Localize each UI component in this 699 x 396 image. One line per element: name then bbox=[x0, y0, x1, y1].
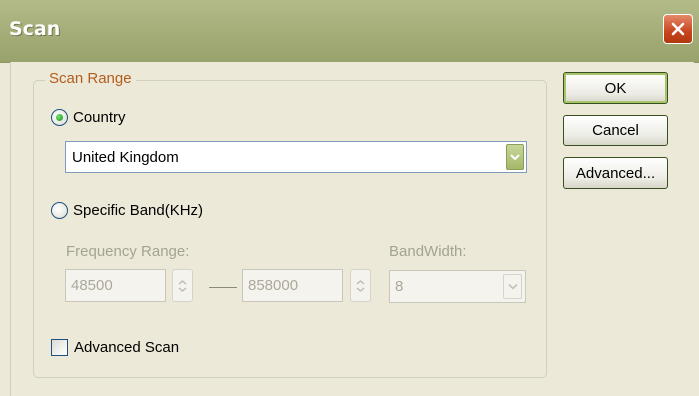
cancel-button-label: Cancel bbox=[592, 122, 639, 139]
bandwidth-dropdown-arrow[interactable] bbox=[503, 274, 522, 299]
advanced-scan-label[interactable]: Advanced Scan bbox=[74, 339, 179, 356]
specific-band-radio[interactable] bbox=[51, 202, 68, 219]
country-radio-label[interactable]: Country bbox=[73, 109, 126, 126]
advanced-button[interactable]: Advanced... bbox=[563, 157, 668, 189]
country-dropdown[interactable]: United Kingdom bbox=[65, 141, 527, 173]
bandwidth-value: 8 bbox=[395, 278, 404, 295]
title-bar[interactable]: Scan bbox=[0, 0, 699, 63]
freq-max-input[interactable]: 858000 bbox=[242, 269, 343, 302]
scan-dialog: Scan Scan Range Country United Kingdom S… bbox=[0, 0, 699, 396]
advanced-button-label: Advanced... bbox=[575, 164, 656, 182]
bandwidth-label: BandWidth: bbox=[389, 243, 467, 260]
close-icon bbox=[671, 22, 685, 36]
spin-down-icon bbox=[178, 286, 187, 292]
advanced-scan-checkbox[interactable] bbox=[51, 339, 68, 356]
freq-min-input[interactable]: 48500 bbox=[65, 269, 166, 302]
specific-band-radio-label[interactable]: Specific Band(KHz) bbox=[73, 202, 203, 219]
spin-up-icon bbox=[356, 279, 365, 285]
radio-selected-dot bbox=[56, 114, 63, 121]
chevron-down-icon bbox=[510, 154, 520, 161]
freq-max-spinner[interactable] bbox=[350, 269, 371, 302]
scan-range-label: Scan Range bbox=[45, 70, 136, 87]
spin-down-icon bbox=[356, 286, 365, 292]
close-button[interactable] bbox=[663, 14, 693, 44]
freq-min-value: 48500 bbox=[71, 277, 113, 294]
range-separator bbox=[209, 287, 237, 288]
window-title: Scan bbox=[9, 18, 61, 40]
freq-max-value: 858000 bbox=[248, 277, 299, 294]
freq-min-spinner[interactable] bbox=[172, 269, 193, 302]
ok-button[interactable]: OK bbox=[563, 72, 668, 104]
country-radio[interactable] bbox=[51, 109, 68, 126]
bandwidth-dropdown[interactable]: 8 bbox=[389, 270, 526, 303]
spin-up-icon bbox=[178, 279, 187, 285]
country-dropdown-arrow[interactable] bbox=[506, 144, 524, 170]
chevron-down-icon bbox=[507, 283, 518, 290]
frequency-range-label: Frequency Range: bbox=[66, 243, 190, 260]
ok-button-label: OK bbox=[604, 79, 627, 97]
country-dropdown-value: United Kingdom bbox=[72, 149, 179, 166]
cancel-button[interactable]: Cancel bbox=[563, 115, 668, 146]
